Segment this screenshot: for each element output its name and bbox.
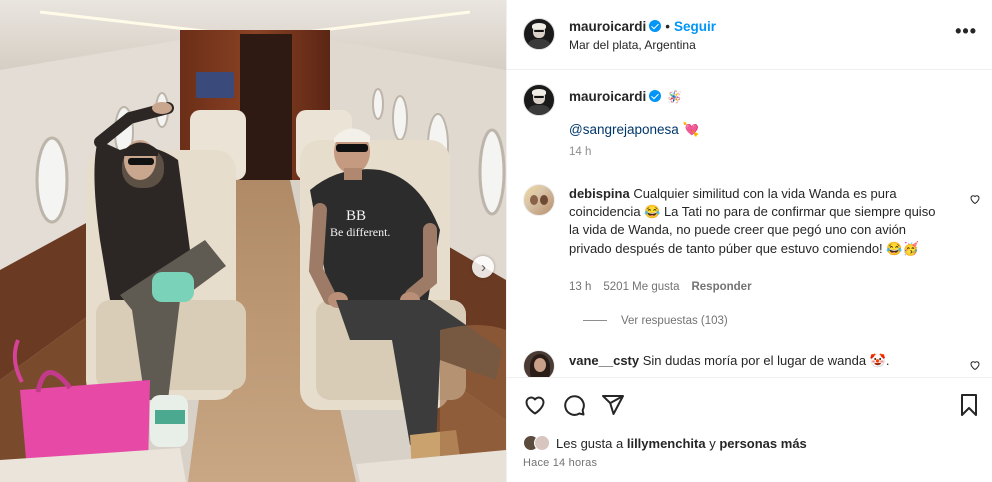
comment-text: vane__csty Sin dudas moría por el lugar … (569, 353, 889, 369)
follow-button[interactable]: Seguir (674, 19, 716, 34)
next-arrow-icon: › (481, 258, 486, 276)
comment-username[interactable]: vane__csty (569, 353, 639, 368)
post-timestamp: Hace 14 horas (523, 457, 598, 469)
comment-meta: 13 h 5201 Me gusta Responder (569, 281, 764, 293)
header-username[interactable]: mauroicardi (569, 19, 646, 34)
save-icon[interactable] (958, 393, 980, 422)
separator-dot: • (665, 19, 671, 34)
heart-emoji: 💘 (682, 122, 700, 137)
caption-username[interactable]: mauroicardi (569, 89, 646, 104)
caption-mention-row: @sangrejaponesa 💘 (569, 122, 700, 138)
next-photo-button[interactable]: › (472, 256, 494, 278)
liker-username[interactable]: lillymenchita (627, 436, 706, 451)
heart-icon[interactable] (523, 393, 547, 422)
liker-avatar (534, 435, 550, 451)
likes-text: Les gusta a lillymenchita y personas más (556, 436, 807, 451)
pinata-emoji: 🪅 (667, 90, 683, 104)
caption-time: 14 h (569, 146, 592, 158)
comment-username[interactable]: debispina (569, 186, 630, 201)
likes-prefix: Les gusta a (556, 435, 624, 451)
comment-like-icon[interactable] (969, 359, 981, 374)
comment-body: Sin dudas moría por el lugar de wanda 🤡. (642, 353, 890, 368)
post-photo[interactable]: BB Be different. › (0, 0, 506, 482)
comment-icon[interactable] (562, 393, 586, 422)
comment-likes[interactable]: 5201 Me gusta (603, 281, 679, 293)
caption-user-row: mauroicardi 🪅 (569, 88, 682, 106)
comment-like-icon[interactable] (969, 193, 981, 208)
mention-link[interactable]: @sangrejaponesa (569, 122, 679, 137)
verified-badge-icon (649, 20, 662, 32)
share-icon[interactable] (601, 393, 625, 422)
post-panel: mauroicardi • Seguir Mar del plata, Argent… (506, 0, 992, 482)
svg-text:BB: BB (346, 208, 366, 224)
reply-button[interactable]: Responder (691, 281, 751, 293)
likes-connector: y (709, 435, 716, 451)
comment-text: debispina Cualquier similitud con la vid… (569, 185, 949, 258)
likes-summary[interactable]: Les gusta a lillymenchita y personas más (523, 435, 807, 451)
caption-avatar[interactable] (523, 84, 555, 116)
comment-time: 13 h (569, 281, 592, 293)
more-options-icon[interactable]: ••• (955, 22, 977, 40)
action-bar: Les gusta a lillymenchita y personas más… (507, 377, 992, 482)
others-count[interactable]: personas más (719, 436, 806, 451)
post-header: mauroicardi • Seguir Mar del plata, Argent… (507, 0, 992, 70)
verified-badge-icon (649, 90, 662, 102)
header-user-row: mauroicardi • Seguir (569, 19, 716, 34)
view-replies-label: Ver respuestas (103) (621, 315, 728, 327)
avatar[interactable] (523, 18, 555, 50)
svg-text:Be different.: Be different. (330, 225, 390, 239)
location-link[interactable]: Mar del plata, Argentina (569, 38, 696, 52)
view-replies-button[interactable]: Ver respuestas (103) (569, 315, 728, 327)
post-image: BB Be different. (0, 0, 506, 482)
comment-avatar[interactable] (523, 184, 555, 216)
